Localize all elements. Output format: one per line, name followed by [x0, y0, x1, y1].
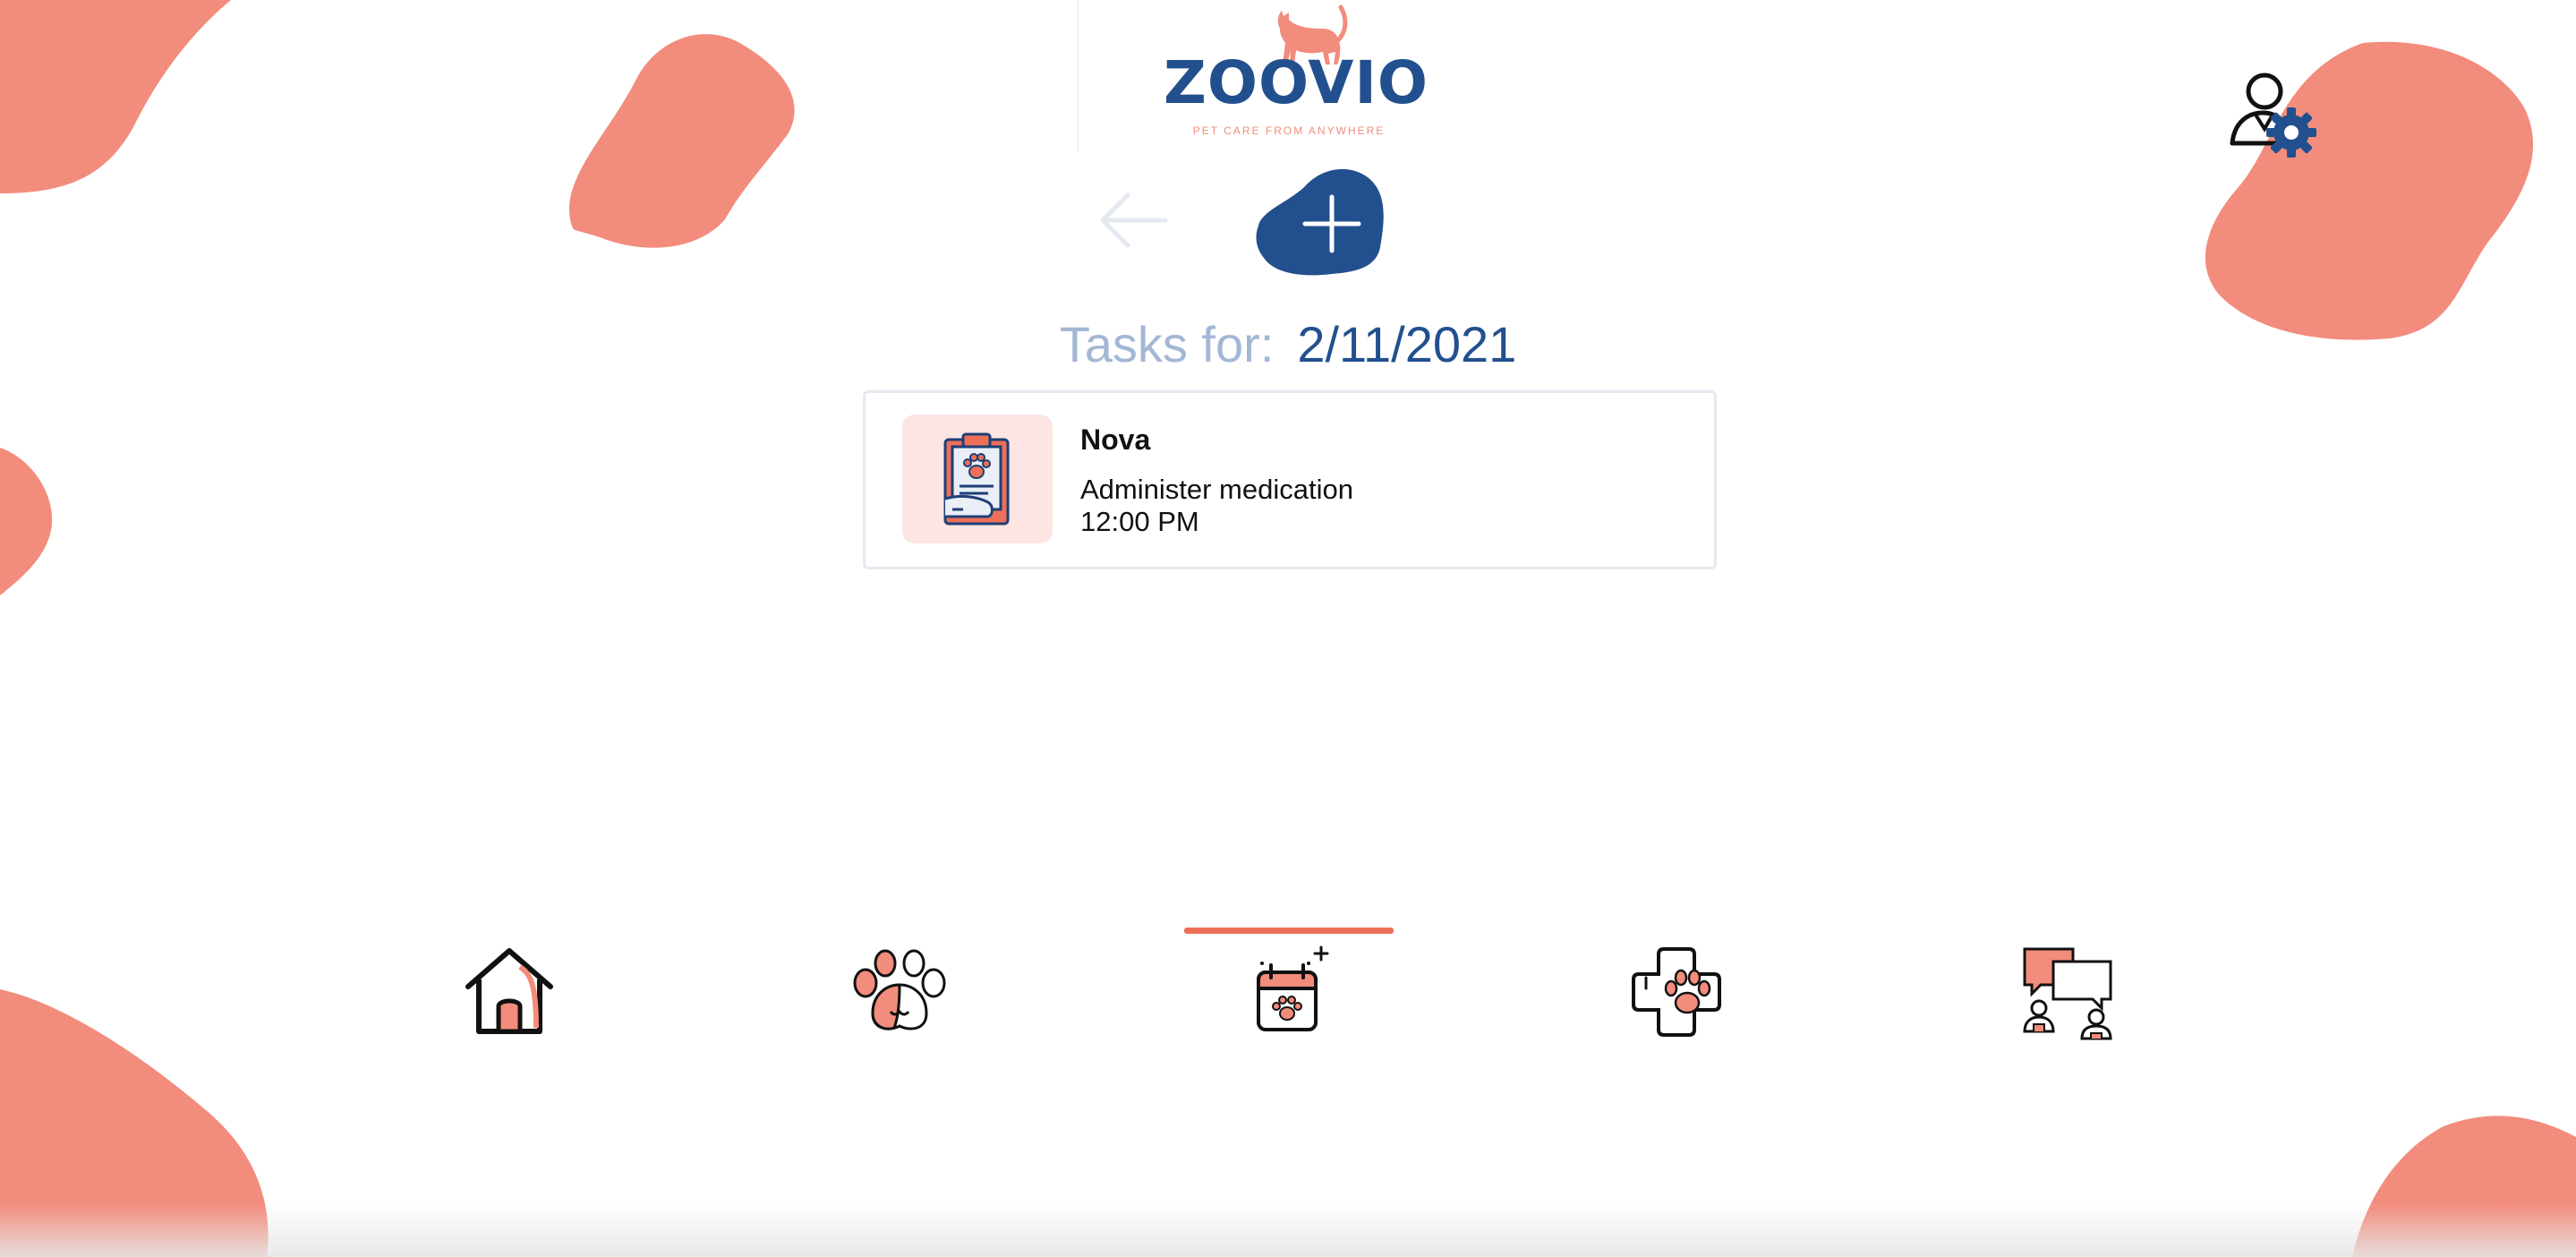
clipboard-paw-icon — [943, 432, 1010, 526]
calendar-paw-icon — [1257, 945, 1329, 1031]
task-card[interactable]: Nova Administer medication 12:00 PM — [863, 390, 1717, 569]
app-name: ZOOVIO — [1164, 48, 1429, 117]
task-pet-name: Nova — [1080, 423, 1151, 456]
chat-users-icon — [2023, 947, 2112, 1040]
task-thumbnail — [902, 415, 1053, 543]
app-logo: ZOOVIO PET CARE FROM ANYWHERE — [1164, 0, 1429, 148]
header-divider — [1078, 0, 1079, 152]
nav-calendar[interactable] — [1217, 922, 1361, 1065]
bottom-fade — [0, 1203, 2576, 1257]
nav-vet[interactable] — [1607, 922, 1750, 1065]
medical-paw-icon — [1632, 947, 1721, 1037]
blob-upper-center — [569, 34, 795, 248]
task-description: Administer medication — [1080, 474, 1353, 505]
app-tagline: PET CARE FROM ANYWHERE — [1192, 124, 1386, 137]
profile-settings-button[interactable] — [2218, 63, 2325, 161]
task-time: 12:00 PM — [1080, 506, 1199, 537]
add-blob — [1256, 168, 1384, 276]
bottom-nav — [0, 922, 2576, 1065]
tasks-for-label: Tasks for: — [1059, 316, 1275, 372]
add-task-button[interactable] — [1250, 161, 1393, 286]
house-icon — [465, 948, 553, 1034]
tasks-date: 2/11/2021 — [1297, 316, 1517, 372]
nav-home[interactable] — [438, 922, 581, 1065]
back-button[interactable] — [1096, 188, 1171, 252]
nav-chat[interactable] — [1996, 922, 2139, 1065]
blob-top-left — [0, 0, 231, 193]
user-settings-icon — [2230, 73, 2316, 158]
blob-left-edge — [0, 448, 53, 595]
paw-icon — [853, 949, 946, 1030]
arrow-left-icon — [1100, 192, 1168, 248]
tasks-heading: Tasks for: 2/11/2021 — [0, 313, 2576, 376]
nav-pets[interactable] — [828, 922, 971, 1065]
